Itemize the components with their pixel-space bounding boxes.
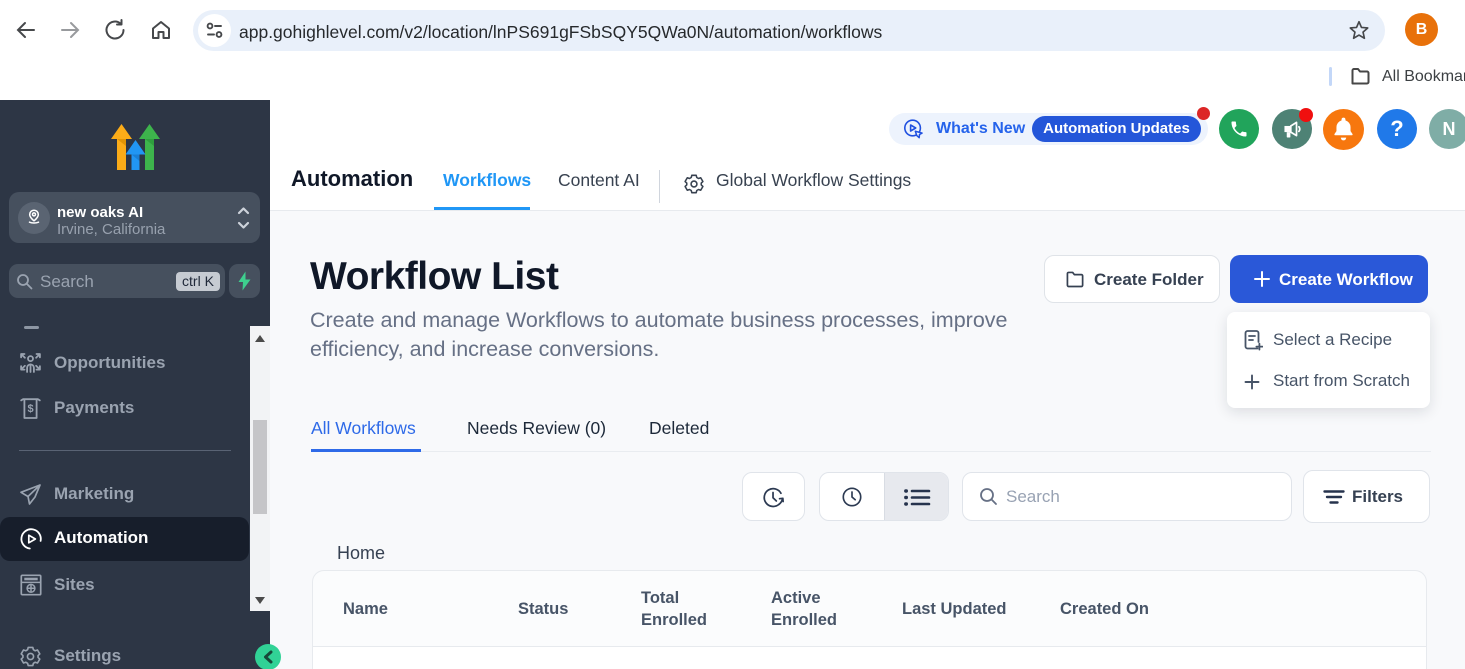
svg-text:$: $ [27,403,33,415]
